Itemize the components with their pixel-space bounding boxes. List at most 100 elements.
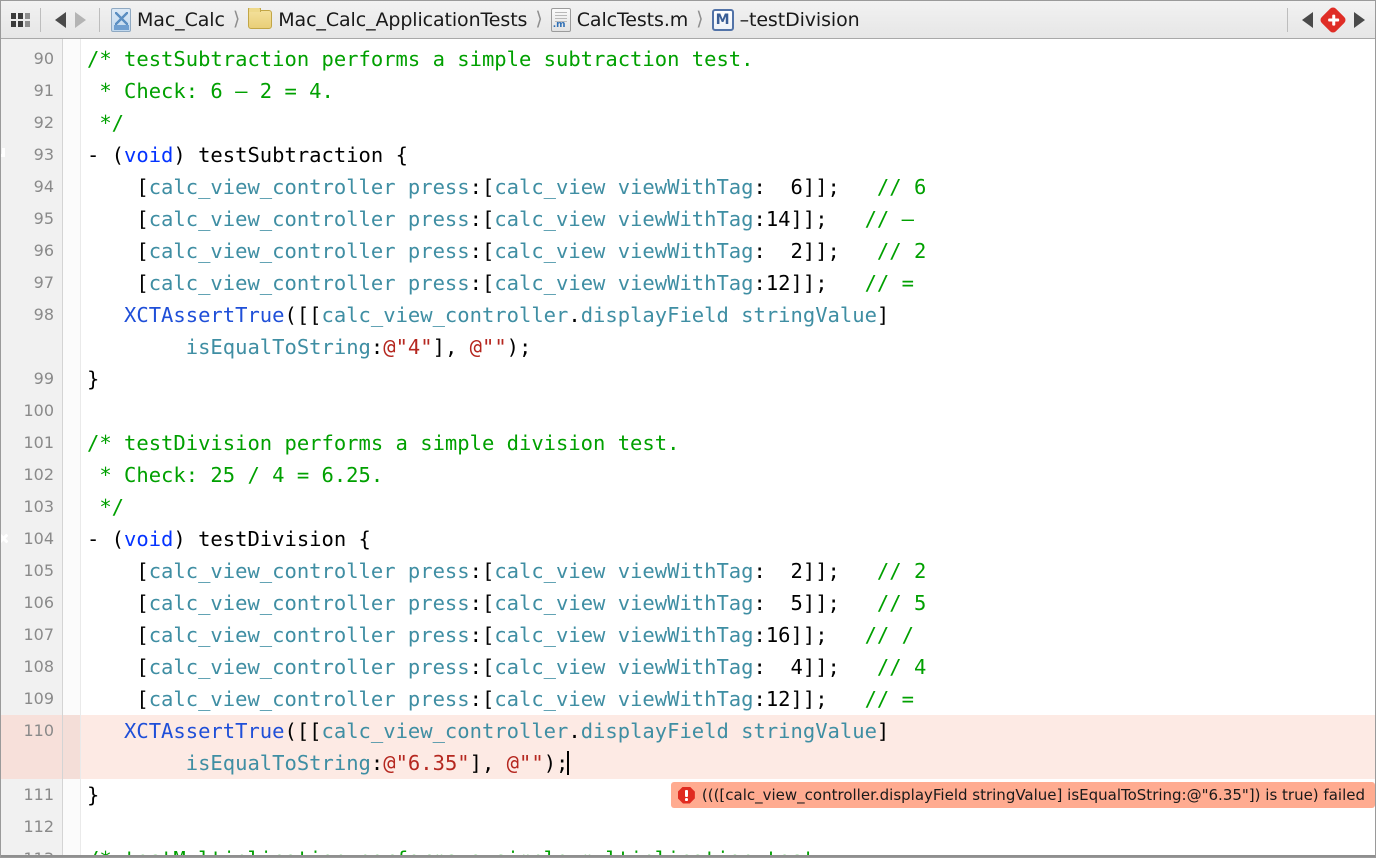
- line-number[interactable]: 96: [1, 235, 62, 267]
- fold-ribbon-row[interactable]: [63, 491, 80, 523]
- fold-ribbon-row[interactable]: [63, 43, 80, 75]
- inline-failure-banner[interactable]: ((([calc_view_controller.displayField st…: [670, 782, 1375, 808]
- fold-ribbon-row[interactable]: [63, 363, 80, 395]
- forward-button[interactable]: [70, 9, 90, 31]
- grid-cell: [17, 20, 23, 27]
- fold-ribbon-row[interactable]: [63, 715, 80, 747]
- breadcrumb-item-file[interactable]: .m CalcTests.m: [549, 7, 690, 32]
- line-number[interactable]: 108: [1, 651, 62, 683]
- source-editor[interactable]: 90 91 92 93 94 95 96 97 98 99 100 101 102 103 104 105 10…: [1, 39, 1375, 857]
- line-number[interactable]: 105: [1, 555, 62, 587]
- code-line[interactable]: isEqualToString:@"4"], @"");: [81, 331, 1375, 363]
- fold-ribbon-row[interactable]: [63, 779, 80, 811]
- code-line[interactable]: /* testSubtraction performs a simple sub…: [81, 43, 1375, 75]
- code-token-cmt: */: [87, 495, 125, 519]
- line-number[interactable]: 90: [1, 43, 62, 75]
- line-number[interactable]: 98: [1, 299, 62, 331]
- next-issue-button[interactable]: [1349, 9, 1369, 31]
- fold-ribbon-row[interactable]: [63, 459, 80, 491]
- code-line[interactable]: - (void) testDivision {: [81, 523, 1375, 555]
- code-line[interactable]: [calc_view_controller press:[calc_view v…: [81, 651, 1375, 683]
- line-number[interactable]: 93: [1, 139, 62, 171]
- code-line[interactable]: [calc_view_controller press:[calc_view v…: [81, 235, 1375, 267]
- fold-ribbon-row[interactable]: [63, 299, 80, 331]
- line-number[interactable]: [1, 747, 62, 779]
- fold-ribbon-row[interactable]: [63, 139, 80, 171]
- code-line[interactable]: [81, 811, 1375, 843]
- code-line[interactable]: - (void) testSubtraction {: [81, 139, 1375, 171]
- breadcrumb-chevron-icon: ⟩: [232, 8, 241, 30]
- code-token-plain: ]: [876, 719, 890, 743]
- line-number[interactable]: 111: [1, 779, 62, 811]
- line-number[interactable]: 112: [1, 811, 62, 843]
- line-number[interactable]: 100: [1, 395, 62, 427]
- code-line[interactable]: */: [81, 107, 1375, 139]
- fold-ribbon-row[interactable]: [63, 171, 80, 203]
- code-line[interactable]: }: [81, 363, 1375, 395]
- code-line[interactable]: [calc_view_controller press:[calc_view v…: [81, 267, 1375, 299]
- line-number[interactable]: 95: [1, 203, 62, 235]
- line-number[interactable]: 94: [1, 171, 62, 203]
- code-token-plain: .: [568, 303, 581, 327]
- line-number[interactable]: 110: [1, 715, 62, 747]
- line-number-gutter[interactable]: 90 91 92 93 94 95 96 97 98 99 100 101 102 103 104 105 10…: [1, 39, 63, 857]
- line-number[interactable]: 92: [1, 107, 62, 139]
- code-line[interactable]: isEqualToString:@"6.35"], @"");: [81, 747, 1375, 779]
- breadcrumb-item-project[interactable]: Mac_Calc: [109, 7, 227, 32]
- code-folding-ribbon[interactable]: [63, 39, 81, 857]
- code-line[interactable]: [calc_view_controller press:[calc_view v…: [81, 171, 1375, 203]
- code-line[interactable]: [calc_view_controller press:[calc_view v…: [81, 587, 1375, 619]
- code-line[interactable]: [calc_view_controller press:[calc_view v…: [81, 203, 1375, 235]
- code-line[interactable]: [81, 395, 1375, 427]
- code-line[interactable]: /* testDivision performs a simple divisi…: [81, 427, 1375, 459]
- fold-ribbon-row[interactable]: [63, 235, 80, 267]
- breadcrumb-item-method[interactable]: M –testDivision: [710, 8, 862, 31]
- fold-ribbon-row[interactable]: [63, 555, 80, 587]
- line-number[interactable]: 97: [1, 267, 62, 299]
- back-button[interactable]: [50, 9, 70, 31]
- code-line[interactable]: [calc_view_controller press:[calc_view v…: [81, 555, 1375, 587]
- code-line[interactable]: XCTAssertTrue([[calc_view_controller.dis…: [81, 299, 1375, 331]
- line-number[interactable]: 104: [1, 523, 62, 555]
- code-line[interactable]: XCTAssertTrue([[calc_view_controller.dis…: [81, 715, 1375, 747]
- breadcrumb-label-method: –testDivision: [739, 8, 860, 31]
- code-line[interactable]: */: [81, 491, 1375, 523]
- fold-ribbon-row[interactable]: [63, 75, 80, 107]
- fold-ribbon-row[interactable]: [63, 811, 80, 843]
- line-number[interactable]: 103: [1, 491, 62, 523]
- fold-ribbon-row[interactable]: [63, 619, 80, 651]
- line-number[interactable]: 109: [1, 683, 62, 715]
- grid-cell: [17, 12, 23, 19]
- line-number[interactable]: 91: [1, 75, 62, 107]
- code-line[interactable]: * Check: 6 – 2 = 4.: [81, 75, 1375, 107]
- fold-ribbon-row[interactable]: [63, 651, 80, 683]
- code-token-plain: : 2]];: [753, 239, 877, 263]
- fold-ribbon-row[interactable]: [63, 683, 80, 715]
- previous-issue-button[interactable]: [1297, 9, 1317, 31]
- related-items-icon[interactable]: [9, 11, 31, 29]
- fold-ribbon-row[interactable]: [63, 203, 80, 235]
- code-area[interactable]: /* testSubtraction performs a simple sub…: [81, 39, 1375, 857]
- code-line[interactable]: [calc_view_controller press:[calc_view v…: [81, 683, 1375, 715]
- code-token-plain: [: [87, 655, 149, 679]
- line-number[interactable]: 102: [1, 459, 62, 491]
- fold-ribbon-row[interactable]: [63, 747, 80, 779]
- code-line[interactable]: * Check: 25 / 4 = 6.25.: [81, 459, 1375, 491]
- line-number[interactable]: 99: [1, 363, 62, 395]
- fold-ribbon-row[interactable]: [63, 427, 80, 459]
- error-diamond-icon[interactable]: [1318, 5, 1348, 34]
- line-number[interactable]: 106: [1, 587, 62, 619]
- line-number[interactable]: 101: [1, 427, 62, 459]
- fold-ribbon-row[interactable]: [63, 331, 80, 363]
- line-number[interactable]: 107: [1, 619, 62, 651]
- fold-ribbon-row[interactable]: [63, 523, 80, 555]
- line-number[interactable]: [1, 331, 62, 363]
- code-line[interactable]: [calc_view_controller press:[calc_view v…: [81, 619, 1375, 651]
- editor-bottom-edge: [1, 855, 1375, 857]
- fold-ribbon-row[interactable]: [63, 107, 80, 139]
- code-token-id: calc_view viewWithTag: [494, 175, 754, 199]
- breadcrumb-item-folder[interactable]: Mac_Calc_ApplicationTests: [246, 7, 529, 31]
- fold-ribbon-row[interactable]: [63, 587, 80, 619]
- fold-ribbon-row[interactable]: [63, 267, 80, 299]
- fold-ribbon-row[interactable]: [63, 395, 80, 427]
